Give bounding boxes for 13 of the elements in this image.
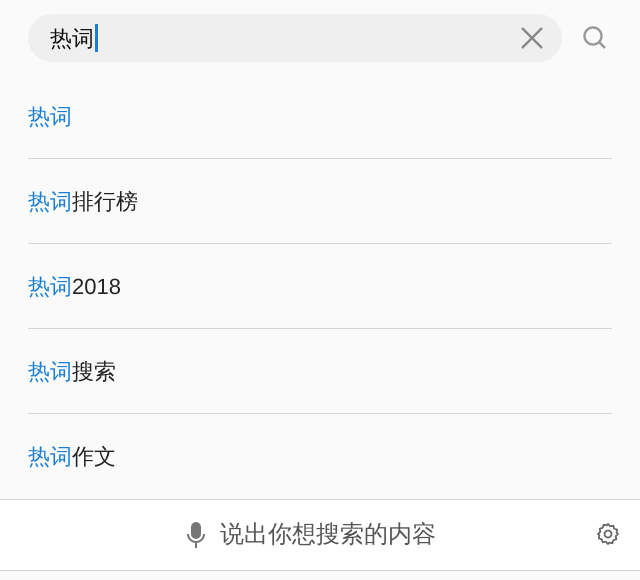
- voice-prompt[interactable]: 说出你想搜索的内容: [220, 517, 436, 553]
- search-icon[interactable]: [582, 25, 608, 51]
- close-icon[interactable]: [520, 26, 544, 50]
- suggestion-item[interactable]: 热词: [28, 100, 72, 132]
- suggestion-item[interactable]: 热词搜索: [28, 354, 116, 388]
- settings-icon[interactable]: [596, 522, 620, 546]
- text-cursor: [95, 24, 98, 52]
- search-text: 热词: [50, 24, 94, 52]
- suggestion-item[interactable]: 热词排行榜: [28, 184, 138, 218]
- suggestion-item[interactable]: 热词作文: [28, 440, 116, 473]
- suggestion-item[interactable]: 热词2018: [28, 270, 121, 302]
- search-field[interactable]: 热词: [28, 14, 562, 62]
- microphone-icon[interactable]: [186, 521, 206, 549]
